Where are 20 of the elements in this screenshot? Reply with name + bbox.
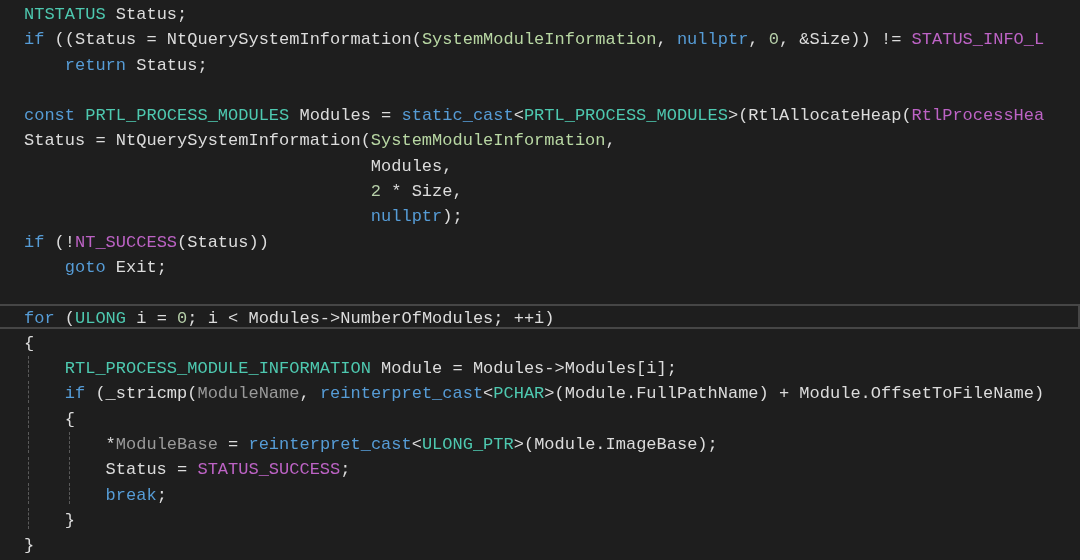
code-line: const PRTL_PROCESS_MODULES Modules = static_cast<PRTL_PROCESS_MODULES>(RtlAllocateHeap(RtlProcessHea [24,105,1045,127]
code-line: if (_stricmp(ModuleName, reinterpret_cast<PCHAR>(Module.FullPathName) + Module.OffsetToFileName) [63,383,1045,405]
code-line: { [24,332,35,354]
code-line: } [24,535,35,557]
code-line: *ModuleBase = reinterpret_cast<ULONG_PTR>(Module.ImageBase); [104,434,718,456]
code-line: break; [104,484,167,506]
code-line: Status = STATUS_SUCCESS; [104,459,351,481]
code-line: nullptr); [369,206,463,228]
code-line: return Status; [63,54,208,76]
code-line: 2 * Size, [369,181,463,203]
code-line: if (!NT_SUCCESS(Status)) [24,231,269,253]
code-line: goto Exit; [63,256,167,278]
code-line: RTL_PROCESS_MODULE_INFORMATION Module = Modules->Modules[i]; [63,358,677,380]
code-line: Modules, [369,155,453,177]
code-line: Status = NtQuerySystemInformation(SystemModuleInformation, [24,130,616,152]
code-line: } [63,509,75,531]
code-line: if ((Status = NtQuerySystemInformation(SystemModuleInformation, nullptr, 0, &Size)) != STATUS_INFO_L [24,29,1045,51]
code-line: for (ULONG i = 0; i < Modules->NumberOfModules; ++i) [24,307,555,329]
code-line: NTSTATUS Status; [24,4,188,25]
code-line: { [63,408,75,430]
